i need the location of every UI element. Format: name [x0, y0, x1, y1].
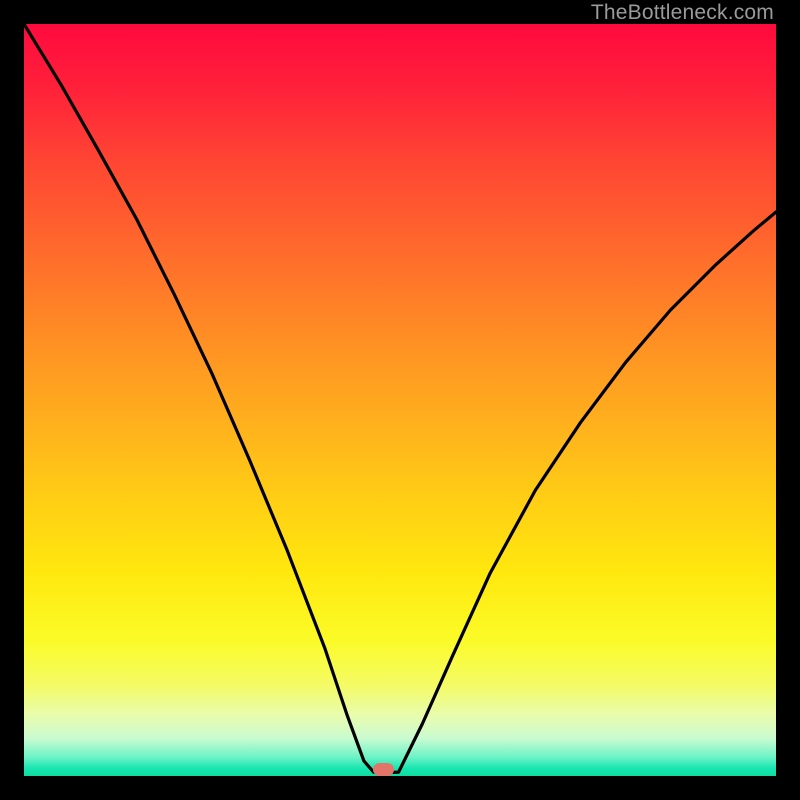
- plot-area: [24, 24, 776, 776]
- bottleneck-curve: [24, 24, 776, 776]
- minimum-marker: [373, 763, 394, 776]
- watermark-text: TheBottleneck.com: [591, 1, 774, 25]
- chart-frame: TheBottleneck.com: [0, 0, 800, 800]
